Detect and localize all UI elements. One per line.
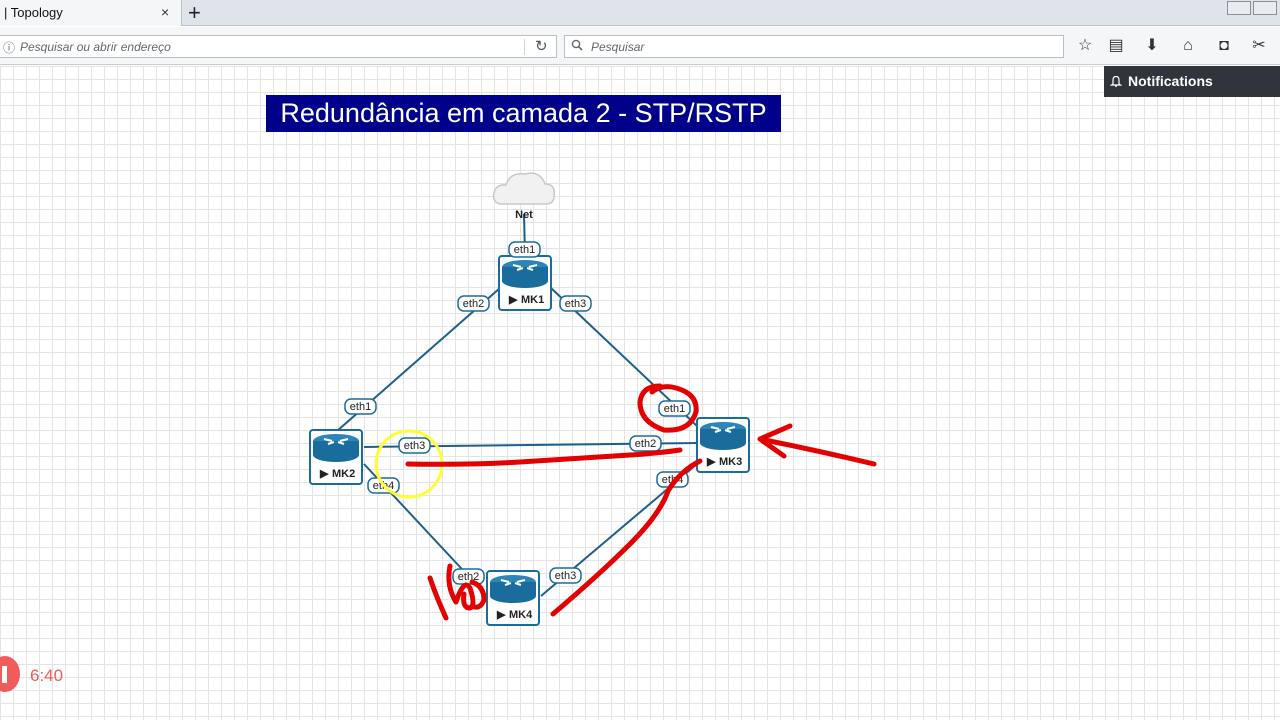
port-label: eth3 — [565, 298, 586, 310]
port-label: eth3 — [404, 440, 425, 452]
restore-button[interactable] — [1253, 1, 1277, 15]
bell-icon — [1110, 75, 1122, 87]
cloud-icon — [492, 172, 556, 205]
router-label: MK4 — [509, 609, 533, 621]
port-label: eth2 — [635, 438, 656, 450]
router-mk1[interactable]: ▶ MK1 — [498, 255, 552, 311]
reading-list-icon[interactable]: ▤ — [1105, 36, 1127, 56]
port-mk1-eth1[interactable]: eth1 — [508, 241, 541, 258]
port-mk3-eth1[interactable]: eth1 — [658, 400, 691, 417]
search-icon — [571, 39, 583, 51]
port-mk2-eth3[interactable]: eth3 — [398, 437, 431, 454]
tab-title: | Topology — [4, 5, 63, 20]
port-mk4-eth2[interactable]: eth2 — [452, 568, 485, 585]
topology-canvas[interactable]: Redundância em camada 2 - STP/RSTP Net ▶… — [0, 66, 1280, 720]
new-tab-button[interactable]: + — [188, 0, 201, 26]
pause-icon — [2, 666, 7, 683]
reload-icon[interactable]: ↻ — [535, 37, 548, 55]
router-mk2[interactable]: ▶ MK2 — [309, 429, 363, 485]
search-input[interactable]: Pesquisar — [564, 35, 1064, 58]
cloud-label: Net — [515, 209, 533, 221]
router-mk4[interactable]: ▶ MK4 — [486, 570, 540, 626]
play-icon: ▶ — [508, 294, 518, 306]
annotation-arrow — [757, 423, 877, 467]
port-mk3-eth2[interactable]: eth2 — [629, 435, 662, 452]
minimize-button[interactable] — [1227, 1, 1251, 15]
port-mk2-eth1[interactable]: eth1 — [344, 398, 377, 415]
download-icon[interactable]: ⬇ — [1141, 36, 1163, 56]
close-icon[interactable]: × — [161, 4, 169, 20]
home-icon[interactable]: ⌂ — [1177, 36, 1199, 56]
url-input[interactable]: ⓘ Pesquisar ou abrir endereço ↻ — [0, 35, 557, 58]
play-icon: ▶ — [706, 456, 716, 468]
port-mk1-eth3[interactable]: eth3 — [559, 295, 592, 312]
tab-bar: | Topology × + — [0, 0, 1280, 26]
port-label: eth1 — [350, 401, 371, 413]
play-icon: ▶ — [319, 468, 329, 480]
port-label: eth3 — [555, 570, 576, 582]
port-label: eth2 — [463, 298, 484, 310]
port-mk4-eth3[interactable]: eth3 — [549, 567, 582, 584]
router-label: MK1 — [521, 294, 544, 306]
topology-diagram: Net ▶ MK1 ▶ MK2 ▶ MK3 ▶ MK4 eth1 eth2 et… — [309, 172, 877, 626]
divider — [524, 39, 525, 55]
router-mk3[interactable]: ▶ MK3 — [696, 417, 750, 473]
port-label: eth1 — [664, 403, 685, 415]
search-placeholder: Pesquisar — [591, 40, 645, 54]
annotation-line — [405, 447, 683, 467]
info-icon[interactable]: ⓘ — [3, 39, 15, 56]
notifications-button[interactable]: Notifications — [1104, 66, 1280, 97]
nav-bar: ⓘ Pesquisar ou abrir endereço ↻ Pesquisa… — [0, 27, 1280, 65]
port-mk1-eth2[interactable]: eth2 — [457, 295, 490, 312]
url-placeholder: Pesquisar ou abrir endereço — [20, 40, 171, 54]
bookmark-star-icon[interactable]: ☆ — [1074, 36, 1096, 56]
port-label: eth1 — [514, 244, 535, 256]
cloud-net[interactable]: Net — [492, 172, 556, 221]
tab-topology[interactable]: | Topology × — [0, 0, 182, 26]
recording-time: 6:40 — [30, 666, 64, 685]
annotations — [405, 383, 877, 621]
pocket-icon[interactable]: ◘ — [1213, 36, 1235, 56]
router-label: MK2 — [332, 468, 355, 480]
router-label: MK3 — [719, 456, 742, 468]
screenshot-icon[interactable]: ✂ — [1248, 36, 1270, 56]
play-icon: ▶ — [496, 609, 506, 621]
